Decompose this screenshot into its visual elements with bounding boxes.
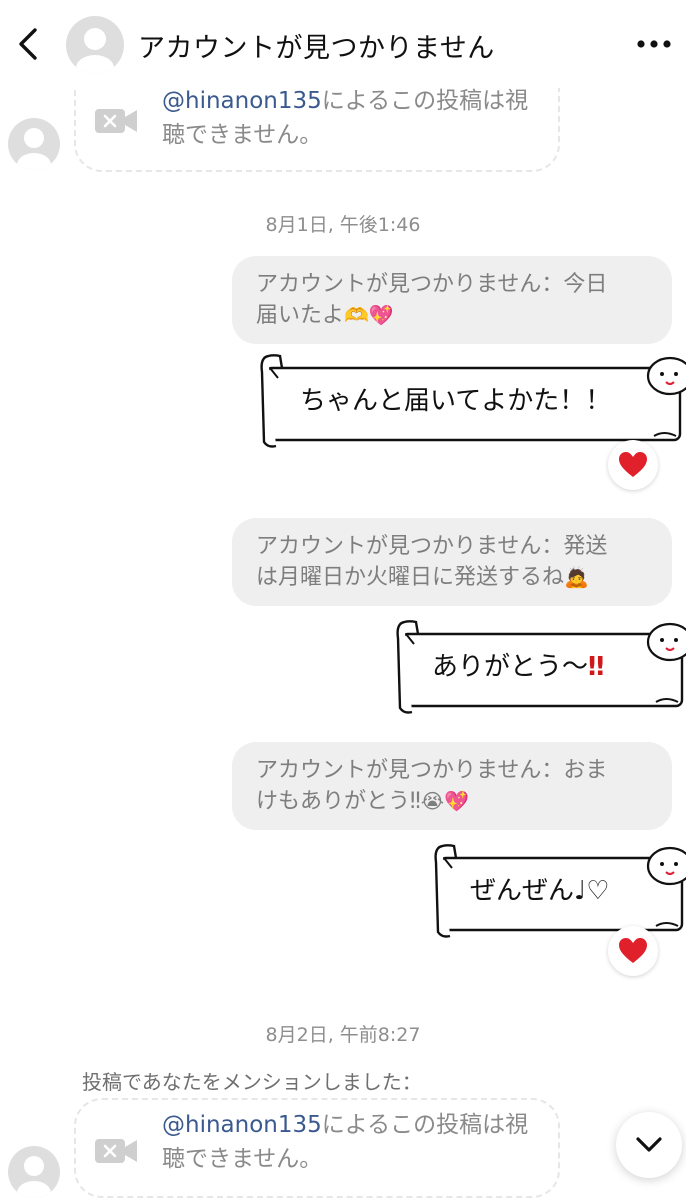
video-camera-icon <box>95 1139 137 1163</box>
message-timestamp: 8月2日, 午前8:27 <box>265 1024 421 1046</box>
mention-link[interactable]: @hinanon135 <box>162 1112 322 1138</box>
sender-avatar[interactable] <box>8 1146 60 1198</box>
mention-notice: 投稿であなたをメンションしました： <box>82 1070 422 1094</box>
reply-quote-bubble[interactable]: アカウントが見つかりません：おま けもありがとう‼😭💖 <box>232 742 672 830</box>
chevron-left-icon <box>19 28 37 60</box>
post-unavailable-text: @hinanon135によるこの投稿は視 聴できません。 <box>162 1112 529 1172</box>
sender-avatar[interactable] <box>8 118 60 170</box>
contact-name[interactable]: アカウントが見つかりません <box>138 26 495 65</box>
reply-quote-bubble[interactable]: アカウントが見つかりません：発送 は月曜日か火曜日に発送するね🙇 <box>232 518 672 606</box>
more-options-button[interactable] <box>632 24 676 64</box>
chat-header: アカウントが見つかりません <box>0 0 686 88</box>
reaction-badge[interactable] <box>608 926 658 976</box>
sticker-message[interactable]: ちゃんと届いてよかた！！ <box>258 352 686 448</box>
post-unavailable-text: @hinanon135によるこの投稿は視 聴できません。 <box>162 88 529 148</box>
chevron-down-icon <box>636 1137 662 1152</box>
reaction-badge[interactable] <box>608 440 658 490</box>
unavailable-post-card[interactable]: @hinanon135によるこの投稿は視 聴できません。 <box>74 1098 560 1198</box>
sticker-text: ちゃんと届いてよかた！！ <box>300 386 612 416</box>
sticker-text: ありがとう〜‼ <box>432 652 605 682</box>
double-exclamation-emoji: ‼ <box>588 652 605 682</box>
back-button[interactable] <box>8 20 48 68</box>
more-horizontal-icon <box>637 40 671 48</box>
contact-avatar[interactable] <box>66 16 124 74</box>
heart-icon <box>619 452 647 477</box>
sticker-text: ぜんぜん♩♡ <box>470 876 610 906</box>
emoji: 😭💖 <box>420 789 469 813</box>
message-timestamp: 8月1日, 午後1:46 <box>265 214 421 236</box>
scroll-to-bottom-button[interactable] <box>616 1112 682 1178</box>
video-camera-icon <box>95 109 137 133</box>
mention-link[interactable]: @hinanon135 <box>162 88 322 114</box>
emoji: 🫶💖 <box>344 303 394 327</box>
sticker-message[interactable]: ありがとう〜‼ <box>394 618 686 714</box>
sticker-message[interactable]: ぜんぜん♩♡ <box>432 842 686 938</box>
reply-quote-bubble[interactable]: アカウントが見つかりません：今日 届いたよ🫶💖 <box>232 256 672 344</box>
emoji: 🙇 <box>564 565 589 589</box>
heart-icon <box>619 938 647 963</box>
